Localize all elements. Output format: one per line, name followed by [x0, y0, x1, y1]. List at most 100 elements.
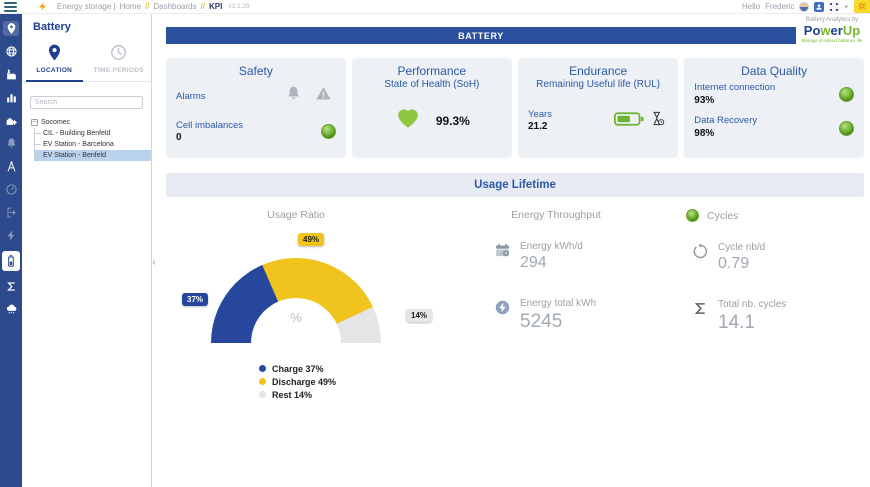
language-flag-icon[interactable] [829, 2, 839, 12]
data-recovery-status-led [839, 121, 854, 136]
performance-card: Performance State of Health (SoH) 99.3% [352, 58, 512, 158]
bolt-circle-icon [494, 299, 511, 316]
socomec-logo-icon[interactable] [37, 1, 48, 12]
search-input[interactable] [30, 96, 143, 109]
warning-triangle-icon [315, 85, 332, 107]
greeting-label: Hello [742, 2, 760, 11]
energy-kwhd-label: Energy kWh/d [520, 241, 583, 252]
tree-item-ev-station-benfeld[interactable]: EV Station - Benfeld [35, 150, 151, 161]
discharge-callout: 49% [298, 233, 324, 246]
breadcrumb-kpi[interactable]: KPI [209, 2, 222, 11]
location-tree: − Socomec CIL - Building Benfeld EV Stat… [22, 116, 151, 161]
sidebar-icon-cloud-rain[interactable] [3, 302, 19, 317]
username-label: Frederic [765, 2, 794, 11]
cycle-nbd-value: 0.79 [718, 255, 765, 273]
sidebar-icon-logout[interactable] [3, 205, 19, 220]
data-recovery-label: Data Recovery [694, 115, 757, 127]
clock-icon [109, 43, 128, 62]
sidebar-icon-lightning[interactable] [3, 228, 19, 243]
account-icon[interactable] [814, 2, 824, 12]
gauge-center-label: % [211, 310, 381, 325]
chart-legend: Charge 37% Discharge 49%Rest 14% [259, 362, 336, 401]
legend-dot [259, 378, 266, 385]
rest-callout: 14% [406, 309, 432, 322]
energy-kwhd-value: 294 [520, 254, 583, 272]
total-cycles-label: Total nb. cycles [718, 299, 786, 310]
sidebar-icon-site-gear[interactable] [3, 113, 19, 128]
years-value: 21.2 [528, 121, 552, 132]
powerup-brand: Battery Analytics by PowerUp Manage & ex… [800, 17, 864, 43]
user-avatar[interactable] [799, 2, 809, 12]
sidebar-icon-bell[interactable] [3, 136, 19, 151]
cell-imbalances-status-led [321, 124, 336, 139]
usage-lifetime-band: Usage Lifetime [166, 173, 864, 197]
sidebar-icon-bar-chart[interactable] [3, 90, 19, 105]
breadcrumb: Energy storage | Home // Dashboards // K… [57, 2, 250, 11]
sidebar-icon-location-pin[interactable] [3, 21, 19, 36]
energy-throughput-section: Energy Throughput Energy kWh/d 294 Energ… [466, 209, 686, 439]
legend-label: Charge 37% [272, 364, 324, 374]
tab-time-periods[interactable]: TIME PERIODS [87, 40, 152, 81]
calendar-clock-icon [494, 242, 511, 259]
legend-item-charge[interactable]: Charge 37% [259, 362, 336, 375]
tree-item-ev-station-barcelona[interactable]: EV Station - Barcelona [35, 139, 151, 150]
cycles-title: Cycles [707, 210, 739, 222]
cell-imbalances-label: Cell imbalances [176, 120, 243, 131]
panel-tabs: LOCATION TIME PERIODS [22, 40, 151, 82]
legend-item-rest[interactable]: Rest 14% [259, 388, 336, 401]
endurance-card: Endurance Remaining Useful life (RUL) Ye… [518, 58, 678, 158]
kpi-cards-row: Safety Alarms Cell imbalances 0 [166, 58, 864, 158]
energy-throughput-title: Energy Throughput [466, 209, 646, 221]
breadcrumb-separator: // [201, 2, 205, 11]
breadcrumb-separator: // [145, 2, 149, 11]
half-donut-gauge: % [211, 258, 381, 343]
sidebar-icon-compass[interactable] [3, 159, 19, 174]
tree-root-socomec[interactable]: − Socomec [31, 116, 151, 128]
data-quality-title: Data Quality [694, 64, 854, 78]
cycles-status-led [686, 209, 699, 222]
gear-icon [857, 1, 867, 13]
soh-subtitle: State of Health (SoH) [362, 79, 502, 90]
hourglass-clock-icon [649, 110, 666, 132]
breadcrumb-dashboards[interactable]: Dashboards [153, 2, 196, 11]
tab-time-periods-label: TIME PERIODS [94, 67, 144, 74]
app-window: Energy storage | Home // Dashboards // K… [0, 0, 870, 487]
battery-icon [614, 111, 644, 132]
usage-ratio-title: Usage Ratio [211, 209, 381, 221]
safety-card: Safety Alarms Cell imbalances 0 [166, 58, 346, 158]
settings-gear-button[interactable] [854, 0, 870, 13]
topbar-right: Hello Frederic ▾ [742, 2, 870, 12]
nav-icon-rail [0, 14, 22, 487]
tab-location[interactable]: LOCATION [22, 40, 87, 81]
breadcrumb-app: Energy storage | [57, 2, 116, 11]
internet-connection-label: Internet connection [694, 82, 775, 94]
sidebar-icon-battery[interactable] [2, 251, 20, 271]
battery-side-panel: Battery LOCATION TIME PERIODS − Socomec [22, 14, 152, 487]
data-quality-card: Data Quality Internet connection 93% Dat… [684, 58, 864, 158]
hamburger-menu-icon[interactable] [4, 2, 17, 12]
chevron-down-icon[interactable]: ▾ [844, 3, 848, 11]
legend-label: Discharge 49% [272, 377, 336, 387]
legend-item-discharge[interactable]: Discharge 49% [259, 375, 336, 388]
location-pin-icon [45, 43, 64, 62]
cycle-nbd-label: Cycle nb/d [718, 242, 765, 253]
endurance-title: Endurance [528, 64, 668, 78]
data-recovery-value: 98% [694, 128, 757, 141]
sidebar-icon-factory[interactable] [3, 67, 19, 82]
tree-item-cil-building-benfeld[interactable]: CIL - Building Benfeld [35, 128, 151, 139]
sidebar-icon-gauge[interactable] [3, 182, 19, 197]
sidebar-icon-sigma[interactable] [3, 279, 19, 294]
usage-ratio-chart: Usage Ratio 49% 37% 14% % Charge 37%Disc… [166, 209, 466, 439]
sigma-icon [692, 300, 709, 317]
sidebar-icon-globe[interactable] [3, 44, 19, 59]
usage-grid: Usage Ratio 49% 37% 14% % Charge 37%Disc… [166, 209, 864, 439]
legend-dot [259, 391, 266, 398]
panel-title: Battery [22, 19, 151, 40]
breadcrumb-home[interactable]: Home [120, 2, 141, 11]
powerup-logo: PowerUp [800, 24, 864, 38]
battery-section-band: BATTERY [166, 27, 796, 44]
collapse-minus-icon[interactable]: − [31, 119, 38, 126]
performance-title: Performance [362, 64, 502, 78]
legend-dot [259, 365, 266, 372]
internet-status-led [839, 87, 854, 102]
